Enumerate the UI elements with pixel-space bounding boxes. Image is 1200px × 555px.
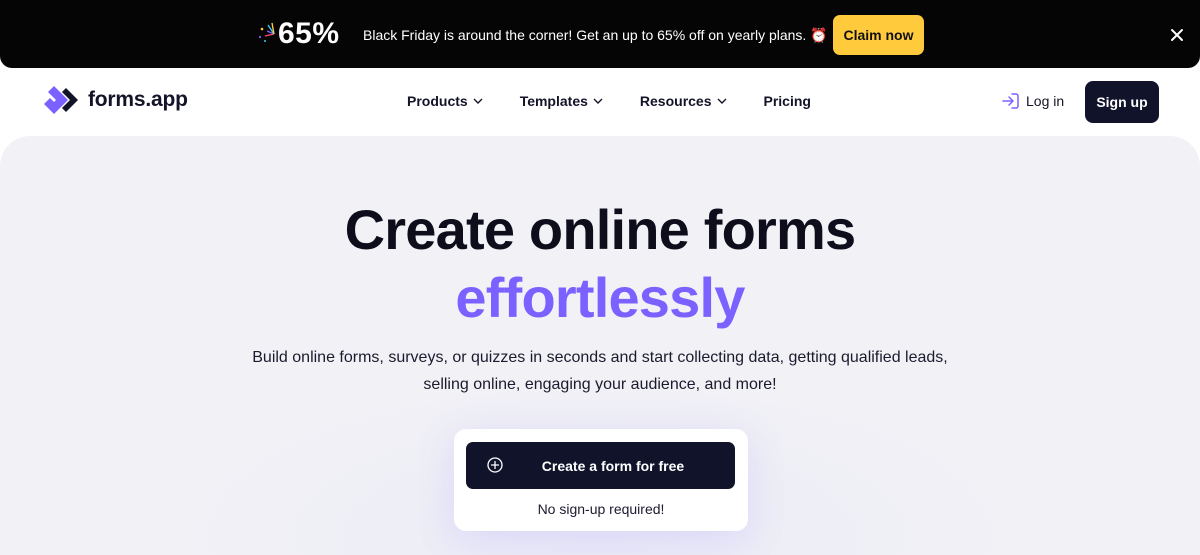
chevron-down-icon (473, 98, 483, 104)
top-nav: forms.app Products Templates Resources P… (0, 68, 1200, 136)
cta-card: Create a form for free No sign-up requir… (454, 429, 748, 531)
hero-section: Create online forms effortlessly Build o… (0, 136, 1200, 555)
logo-text: forms.app (88, 88, 188, 111)
create-form-label: Create a form for free (541, 457, 685, 474)
hero-title: Create online forms (344, 198, 857, 261)
promo-banner: 65% Black Friday is around the corner! G… (0, 0, 1200, 68)
close-icon[interactable] (1167, 25, 1187, 45)
menu-item-templates[interactable]: Templates (520, 93, 603, 109)
promo-message: Black Friday is around the corner! Get a… (363, 27, 828, 43)
signup-button[interactable]: Sign up (1085, 81, 1159, 123)
menu-item-label: Pricing (763, 93, 811, 109)
login-arrow-icon (1002, 93, 1019, 109)
login-label: Log in (1026, 93, 1065, 109)
chevron-down-icon (593, 98, 603, 104)
menu-item-resources[interactable]: Resources (640, 93, 727, 109)
menu-item-pricing[interactable]: Pricing (764, 93, 811, 109)
hero-subtitle: Build online forms, surveys, or quizzes … (252, 349, 948, 393)
main-menu: Products Templates Resources Pricing (407, 93, 811, 109)
menu-item-label: Resources (639, 93, 712, 109)
discount-percent: 65% (278, 17, 340, 50)
logo[interactable]: forms.app (42, 84, 188, 116)
chevron-down-icon (717, 98, 726, 104)
forms-app-logo-icon (44, 86, 78, 114)
menu-item-label: Templates (519, 93, 588, 109)
claim-now-button[interactable]: Claim now (833, 15, 924, 55)
menu-item-products[interactable]: Products (407, 93, 483, 109)
login-link[interactable]: Log in (1002, 93, 1064, 109)
menu-item-label: Products (407, 93, 468, 109)
hero-title-highlight: effortlessly (455, 266, 745, 329)
no-signup-note: No sign-up required! (537, 501, 665, 517)
create-form-button[interactable]: Create a form for free (466, 442, 735, 489)
